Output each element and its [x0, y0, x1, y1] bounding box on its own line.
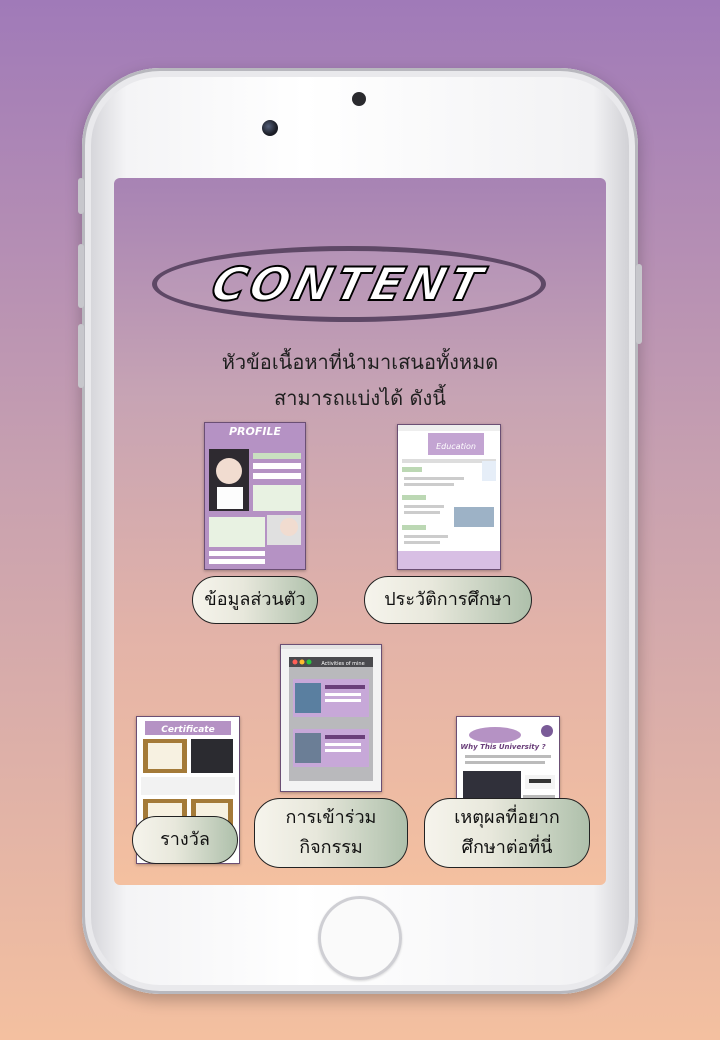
reasons-button[interactable]: เหตุผลที่อยาก ศึกษาต่อที่นี่	[424, 798, 590, 868]
power-button	[636, 264, 642, 344]
front-camera	[262, 120, 278, 136]
activities-thumbnail[interactable]: Activities of mine	[280, 644, 382, 792]
profile-thumb-heading: PROFILE	[229, 425, 281, 438]
title-text: CONTENT	[205, 256, 493, 312]
activities-thumbnail-art: Activities of mine	[281, 645, 381, 791]
volume-up-button	[78, 244, 84, 308]
volume-down-button	[78, 324, 84, 388]
reasons-label-line-1: เหตุผลที่อยาก	[454, 807, 560, 828]
personal-info-button[interactable]: ข้อมูลส่วนตัว	[192, 576, 318, 624]
personal-info-label: ข้อมูลส่วนตัว	[204, 589, 306, 610]
awards-button[interactable]: รางวัล	[132, 816, 238, 864]
content-title: CONTENT	[152, 246, 546, 322]
awards-label: รางวัล	[160, 829, 210, 850]
education-history-button[interactable]: ประวัติการศึกษา	[364, 576, 532, 624]
speaker-dot	[352, 92, 366, 106]
education-thumbnail-art: Education	[398, 425, 500, 569]
activities-label-line-1: การเข้าร่วม	[285, 807, 377, 828]
mute-switch	[78, 178, 84, 214]
subtitle-line-2: สามารถแบ่งได้ ดังนี้	[274, 386, 446, 410]
education-thumb-heading: Education	[436, 442, 476, 451]
activities-label-line-2: กิจกรรม	[299, 837, 363, 858]
education-thumbnail[interactable]: Education	[397, 424, 501, 570]
subtitle-line-1: หัวข้อเนื้อหาที่นำมาเสนอทั้งหมด	[221, 350, 499, 374]
reasons-label-line-2: ศึกษาต่อที่นี่	[461, 837, 553, 858]
activities-thumb-heading: Activities of mine	[321, 661, 364, 667]
home-button[interactable]	[318, 896, 402, 980]
activities-button[interactable]: การเข้าร่วม กิจกรรม	[254, 798, 408, 868]
phone-frame: CONTENT หัวข้อเนื้อหาที่นำมาเสนอทั้งหมด …	[78, 68, 642, 994]
education-history-label: ประวัติการศึกษา	[384, 589, 512, 610]
why-university-thumb-heading: Why This University ?	[460, 743, 545, 751]
profile-thumbnail[interactable]: PROFILE	[204, 422, 306, 570]
profile-thumbnail-art: PROFILE	[205, 423, 305, 569]
phone-screen: CONTENT หัวข้อเนื้อหาที่นำมาเสนอทั้งหมด …	[114, 178, 606, 885]
certificate-thumb-heading: Certificate	[161, 725, 214, 735]
